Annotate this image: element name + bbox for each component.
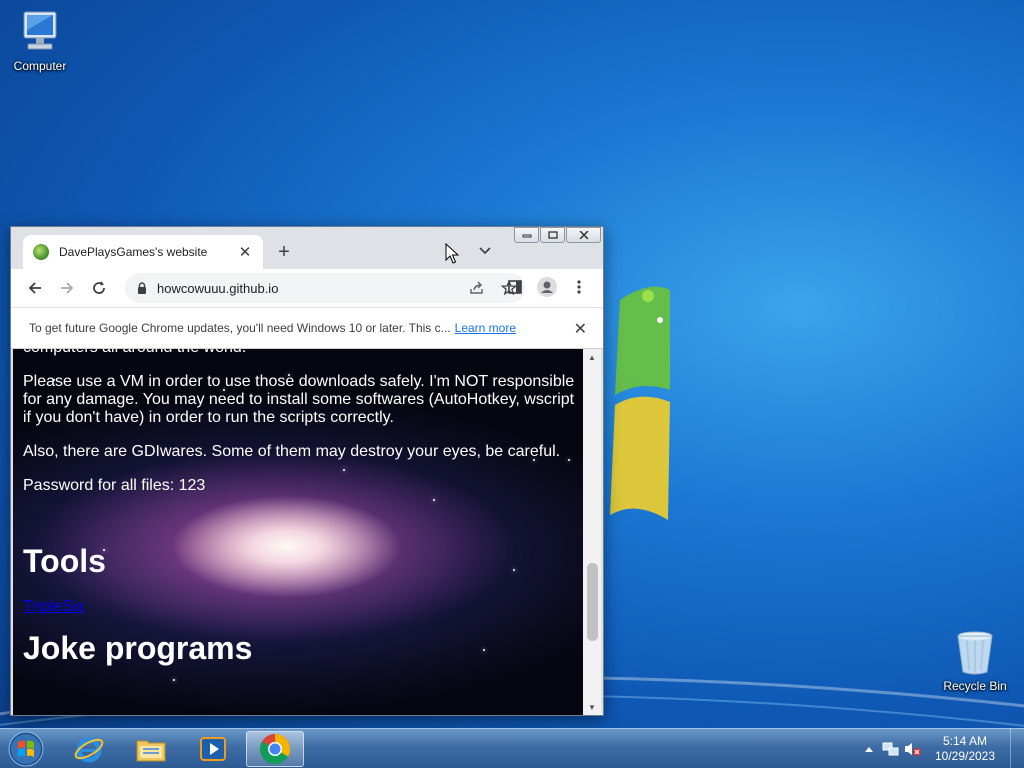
volume-tray-button[interactable] bbox=[902, 738, 924, 760]
desktop-icon-recycle-bin[interactable]: Recycle Bin bbox=[935, 630, 1015, 693]
file-explorer-icon bbox=[136, 740, 166, 762]
back-button[interactable] bbox=[21, 274, 49, 302]
update-infobar: To get future Google Chrome updates, you… bbox=[11, 307, 603, 349]
network-icon bbox=[882, 742, 899, 756]
tab-strip: DavePlaysGames's website ✕ + bbox=[11, 227, 603, 269]
taskbar-chrome[interactable] bbox=[246, 731, 304, 767]
menu-button[interactable] bbox=[565, 273, 593, 301]
scroll-up-icon[interactable]: ▲ bbox=[583, 349, 601, 365]
link-triplesix[interactable]: TripleSix bbox=[23, 598, 578, 616]
paragraph-gdi-warning: Also, there are GDIwares. Some of them m… bbox=[23, 443, 561, 460]
close-window-button[interactable] bbox=[566, 227, 601, 243]
learn-more-link[interactable]: Learn more bbox=[455, 321, 516, 335]
new-tab-button[interactable]: + bbox=[273, 241, 295, 263]
forward-button[interactable] bbox=[53, 274, 81, 302]
show-desktop-button[interactable] bbox=[1010, 729, 1024, 768]
share-button[interactable] bbox=[461, 281, 493, 295]
taskbar-file-explorer[interactable] bbox=[122, 731, 180, 767]
site-favicon bbox=[33, 244, 49, 260]
back-arrow-icon bbox=[28, 282, 41, 294]
paragraph-vm-warning: Please use a VM in order to use those do… bbox=[23, 373, 575, 426]
side-panel-icon bbox=[508, 280, 522, 294]
media-player-icon bbox=[200, 737, 226, 761]
infobar-message: To get future Google Chrome updates, you… bbox=[29, 321, 451, 335]
page-viewport[interactable]: computers all around the world. Please u… bbox=[13, 349, 583, 715]
page-content: computers all around the world. Please u… bbox=[23, 349, 578, 685]
minimize-icon bbox=[522, 234, 531, 238]
maximize-icon bbox=[547, 231, 558, 239]
page-scrollbar[interactable]: ▲ ▼ bbox=[583, 349, 601, 715]
reload-button[interactable] bbox=[85, 274, 113, 302]
volume-muted-icon bbox=[905, 743, 921, 756]
windows-start-icon bbox=[8, 731, 44, 767]
share-icon bbox=[470, 281, 483, 294]
side-panel-button[interactable] bbox=[501, 273, 529, 301]
chevron-up-icon bbox=[865, 747, 873, 752]
scrollbar-thumb[interactable] bbox=[587, 563, 598, 641]
address-bar[interactable]: howcowuuu.github.io bbox=[125, 273, 525, 303]
toolbar-right bbox=[501, 273, 593, 301]
paragraph-top: computers all around the world. bbox=[23, 349, 578, 357]
network-tray-button[interactable] bbox=[880, 738, 902, 760]
recycle-bin-icon bbox=[957, 631, 993, 675]
heading-joke-programs: Joke programs bbox=[23, 630, 253, 666]
heading-tools: Tools bbox=[23, 543, 106, 579]
mouse-cursor-icon bbox=[445, 243, 459, 264]
profile-avatar-icon bbox=[537, 277, 557, 297]
tab-close-icon[interactable]: ✕ bbox=[237, 243, 253, 261]
tab-search-button[interactable] bbox=[475, 241, 495, 261]
infobar-close-icon[interactable]: ✕ bbox=[574, 319, 587, 339]
minimize-button[interactable] bbox=[514, 227, 539, 243]
kebab-menu-icon bbox=[577, 280, 581, 294]
maximize-button[interactable] bbox=[540, 227, 565, 243]
start-button[interactable] bbox=[4, 730, 48, 768]
taskbar: 5:14 AM 10/29/2023 bbox=[0, 728, 1024, 768]
paragraph-password: Password for all files: 123 bbox=[23, 477, 206, 494]
reload-icon bbox=[93, 281, 105, 294]
lock-icon[interactable] bbox=[137, 282, 147, 294]
url-text: howcowuuu.github.io bbox=[157, 280, 279, 296]
desktop-icon-computer[interactable]: Computer bbox=[0, 8, 80, 73]
chevron-down-icon bbox=[479, 247, 491, 255]
show-hidden-icons-button[interactable] bbox=[858, 738, 880, 760]
taskbar-media-player[interactable] bbox=[184, 731, 242, 767]
desktop-icon-label: Recycle Bin bbox=[943, 679, 1007, 693]
browser-tab[interactable]: DavePlaysGames's website ✕ bbox=[23, 235, 263, 269]
scroll-down-icon[interactable]: ▼ bbox=[583, 699, 601, 715]
taskbar-clock[interactable]: 5:14 AM 10/29/2023 bbox=[924, 734, 1006, 764]
chrome-window: DavePlaysGames's website ✕ + howcowuuu.g… bbox=[10, 226, 604, 716]
clock-time: 5:14 AM bbox=[942, 734, 988, 748]
system-tray: 5:14 AM 10/29/2023 bbox=[858, 729, 1024, 768]
forward-arrow-icon bbox=[61, 282, 74, 294]
desktop-icon-label: Computer bbox=[13, 59, 67, 73]
clock-date: 10/29/2023 bbox=[934, 749, 996, 763]
internet-explorer-icon bbox=[74, 737, 104, 763]
close-icon bbox=[578, 231, 589, 239]
chrome-icon bbox=[260, 734, 290, 765]
tab-title: DavePlaysGames's website bbox=[59, 245, 208, 259]
computer-icon bbox=[23, 11, 57, 50]
browser-toolbar: howcowuuu.github.io bbox=[11, 269, 603, 307]
window-caption-buttons bbox=[513, 227, 601, 243]
profile-button[interactable] bbox=[533, 273, 561, 301]
taskbar-internet-explorer[interactable] bbox=[60, 731, 118, 767]
